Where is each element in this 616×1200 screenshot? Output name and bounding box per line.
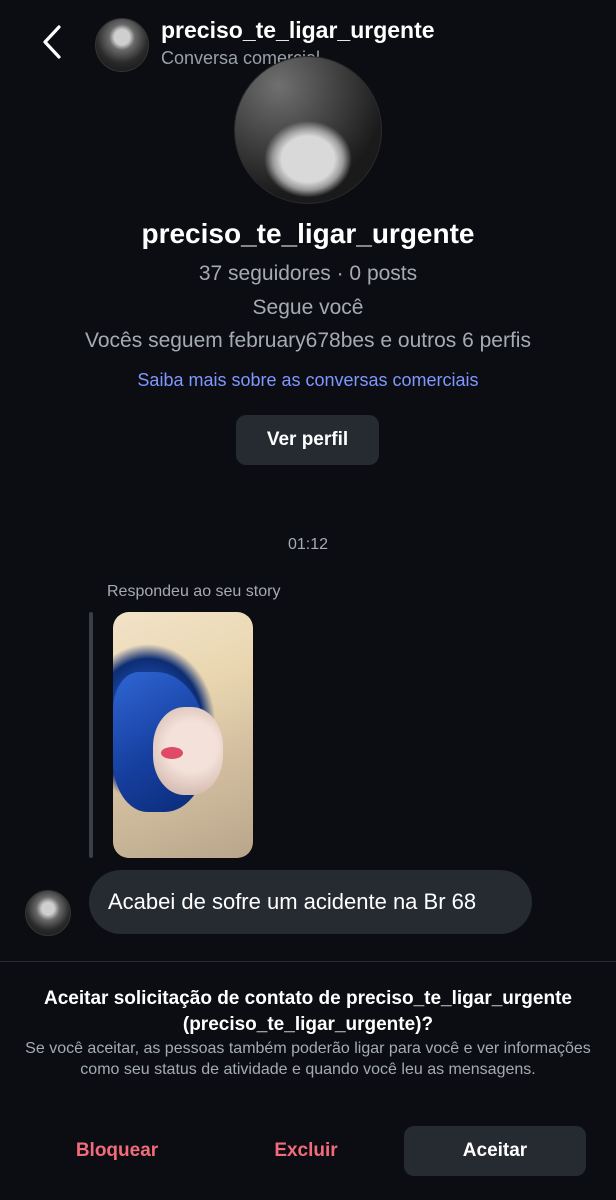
story-thumbnail[interactable] xyxy=(113,612,253,858)
chevron-left-icon xyxy=(43,25,61,59)
sender-avatar[interactable] xyxy=(25,890,71,936)
story-reply-bar xyxy=(89,612,93,858)
profile-stats: 37 seguidores · 0 posts xyxy=(198,262,418,285)
request-title: Aceitar solicitação de contato de precis… xyxy=(44,988,572,1035)
story-reply-caption: Respondeu ao seu story xyxy=(107,583,281,600)
story-lip-shape xyxy=(161,747,183,759)
message-bubble[interactable]: Acabei de sofre um acidente na Br 68 xyxy=(89,870,532,934)
view-profile-button[interactable]: Ver perfil xyxy=(236,415,379,465)
message-timestamp: 01:12 xyxy=(287,536,329,553)
message-text: Acabei de sofre um acidente na Br 68 xyxy=(108,889,477,914)
block-button[interactable]: Bloquear xyxy=(32,1126,202,1176)
back-button[interactable] xyxy=(34,20,70,64)
accept-button[interactable]: Aceitar xyxy=(404,1126,586,1176)
header-username[interactable]: preciso_te_ligar_urgente xyxy=(161,17,435,44)
chat-screen: preciso_te_ligar_urgente Conversa comerc… xyxy=(0,0,616,1200)
mutual-follows: Vocês seguem february678bes e outros 6 p… xyxy=(85,329,531,352)
header-avatar[interactable] xyxy=(95,18,149,72)
delete-button[interactable]: Excluir xyxy=(221,1126,391,1176)
footer-divider xyxy=(0,961,616,962)
profile-username: preciso_te_ligar_urgente xyxy=(141,218,475,249)
profile-avatar[interactable] xyxy=(234,56,382,204)
business-chat-info-link[interactable]: Saiba mais sobre as conversas comerciais xyxy=(0,370,616,391)
request-description: Se você aceitar, as pessoas também poder… xyxy=(25,1040,591,1078)
follows-you-label: Segue você xyxy=(252,296,364,319)
